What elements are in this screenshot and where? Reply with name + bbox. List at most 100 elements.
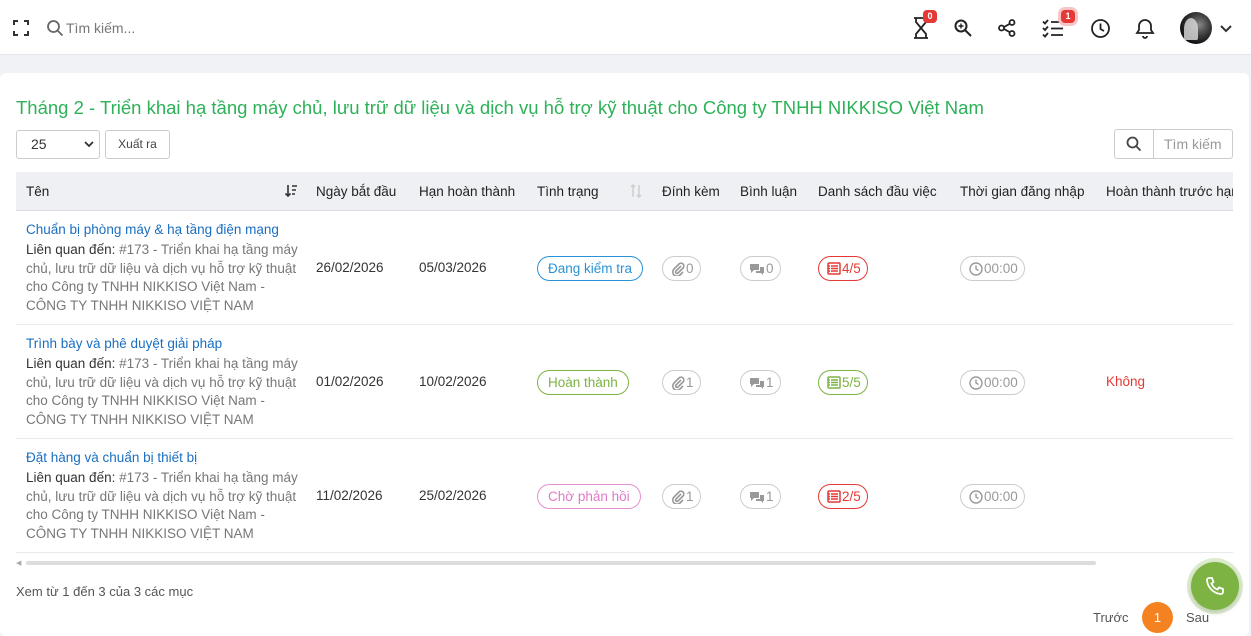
checklist-pill[interactable]: 2/5	[818, 484, 868, 509]
clock-icon	[969, 261, 983, 276]
login-time-pill[interactable]: 00:00	[960, 256, 1025, 281]
pagination-prev[interactable]: Trước	[1093, 610, 1129, 625]
table-row: Đặt hàng và chuẩn bị thiết bị Liên quan …	[16, 439, 1233, 553]
due-date: 05/03/2026	[419, 260, 487, 275]
attachments-count: 1	[686, 375, 694, 390]
start-date: 11/02/2026	[316, 488, 383, 503]
checklist-pill[interactable]: 5/5	[818, 370, 868, 395]
pagination-page-current[interactable]: 1	[1142, 602, 1173, 633]
top-bar: 0 1	[0, 0, 1251, 55]
checklist-count: 2/5	[842, 489, 861, 504]
export-button[interactable]: Xuất ra	[105, 130, 170, 159]
related-label: Liên quan đến:	[26, 242, 116, 257]
clock-icon	[1090, 18, 1110, 38]
call-button[interactable]	[1191, 562, 1239, 610]
page-length-select[interactable]: 25	[16, 130, 100, 159]
start-date: 26/02/2026	[316, 260, 384, 275]
chevron-down-icon	[84, 141, 94, 148]
task-related: Liên quan đến: #173 - Triển khai hạ tầng…	[26, 355, 304, 429]
checklist-pill[interactable]: 4/5	[818, 256, 868, 281]
comments-count: 1	[766, 489, 774, 504]
col-header-status[interactable]: Tình trạng	[537, 172, 599, 211]
status-badge[interactable]: Chờ phản hồi	[537, 484, 641, 509]
comments-count: 1	[766, 375, 774, 390]
comments-icon	[750, 263, 764, 275]
zoom-search-icon	[954, 19, 972, 37]
table-row: Trình bày và phê duyệt giải pháp Liên qu…	[16, 325, 1233, 439]
login-time-value: 00:00	[984, 261, 1018, 276]
table-search-button[interactable]	[1114, 129, 1154, 159]
attachments-count: 1	[686, 489, 694, 504]
col-header-early[interactable]: Hoàn thành trước hạn	[1106, 172, 1233, 211]
list-icon	[827, 262, 841, 275]
scroll-left-icon[interactable]: ◀	[16, 559, 21, 567]
horizontal-scrollbar[interactable]: ◀	[16, 559, 1233, 567]
paperclip-icon	[671, 375, 685, 390]
col-header-start[interactable]: Ngày bắt đầu	[316, 172, 396, 211]
search-icon	[47, 20, 64, 37]
phone-icon	[1206, 577, 1224, 595]
attachments-count: 0	[686, 261, 694, 276]
task-related: Liên quan đến: #173 - Triển khai hạ tầng…	[26, 469, 304, 543]
early-completion: Không	[1106, 374, 1146, 389]
attachments-pill[interactable]: 1	[662, 370, 701, 395]
bell-icon	[1135, 18, 1155, 39]
avatar[interactable]	[1180, 12, 1212, 44]
clock-icon	[969, 489, 983, 504]
table-row: Chuẩn bị phòng máy & hạ tầng điện mạng L…	[16, 211, 1233, 325]
login-time-pill[interactable]: 00:00	[960, 484, 1025, 509]
checklist-count: 5/5	[842, 375, 861, 390]
hourglass-badge: 0	[923, 10, 937, 23]
due-date: 25/02/2026	[419, 488, 487, 503]
related-label: Liên quan đến:	[26, 356, 116, 371]
comments-pill[interactable]: 1	[740, 484, 781, 509]
history-button[interactable]	[1088, 16, 1112, 40]
task-name-link[interactable]: Trình bày và phê duyệt giải pháp	[26, 336, 222, 351]
due-date: 10/02/2026	[419, 374, 487, 389]
col-header-login-time[interactable]: Thời gian đăng nhập	[960, 172, 1084, 211]
chevron-down-icon[interactable]	[1219, 21, 1233, 35]
col-header-name[interactable]: Tên	[26, 172, 49, 211]
status-badge[interactable]: Đang kiểm tra	[537, 256, 644, 281]
pagination-next[interactable]: Sau	[1186, 610, 1209, 625]
scrollbar-thumb[interactable]	[26, 561, 1096, 565]
table-info: Xem từ 1 đến 3 của 3 các mục	[16, 584, 194, 599]
col-header-attachments[interactable]: Đính kèm	[662, 172, 720, 211]
start-date: 01/02/2026	[316, 374, 384, 389]
page-length-value: 25	[31, 136, 47, 152]
col-header-due[interactable]: Hạn hoàn thành	[419, 172, 515, 211]
sort-icon[interactable]	[630, 184, 642, 198]
list-icon	[827, 490, 841, 503]
tasks-table: Tên Ngày bắt đầu Hạn hoàn thành Tình trạ…	[16, 172, 1233, 554]
task-name-link[interactable]: Chuẩn bị phòng máy & hạ tầng điện mạng	[26, 222, 279, 237]
comments-pill[interactable]: 0	[740, 256, 781, 281]
list-icon	[827, 376, 841, 389]
search-icon	[1126, 136, 1142, 152]
share-icon	[998, 19, 1016, 37]
table-search-input[interactable]	[1153, 129, 1233, 159]
global-search-input[interactable]	[66, 16, 326, 40]
notifications-button[interactable]	[1133, 16, 1157, 40]
attachments-pill[interactable]: 0	[662, 256, 701, 281]
sort-desc-icon[interactable]	[284, 184, 298, 198]
fullscreen-icon[interactable]	[12, 19, 30, 37]
attachments-pill[interactable]: 1	[662, 484, 701, 509]
checklist-badge: 1	[1061, 10, 1075, 23]
comments-pill[interactable]: 1	[740, 370, 781, 395]
comments-icon	[750, 491, 764, 503]
task-related: Liên quan đến: #173 - Triển khai hạ tầng…	[26, 241, 304, 315]
checklist-count: 4/5	[842, 261, 861, 276]
search-advanced-button[interactable]	[951, 16, 975, 40]
content-card: Tháng 2 - Triển khai hạ tầng máy chủ, lư…	[0, 73, 1249, 636]
login-time-pill[interactable]: 00:00	[960, 370, 1025, 395]
status-badge[interactable]: Hoàn thành	[537, 370, 629, 395]
col-header-comments[interactable]: Bình luận	[740, 172, 797, 211]
related-label: Liên quan đến:	[26, 470, 116, 485]
page-title: Tháng 2 - Triển khai hạ tầng máy chủ, lư…	[16, 97, 984, 118]
col-header-checklist[interactable]: Danh sách đầu việc	[818, 172, 937, 211]
login-time-value: 00:00	[984, 489, 1018, 504]
task-name-link[interactable]: Đặt hàng và chuẩn bị thiết bị	[26, 450, 197, 465]
share-button[interactable]	[995, 16, 1019, 40]
clock-icon	[969, 375, 983, 390]
comments-icon	[750, 377, 764, 389]
